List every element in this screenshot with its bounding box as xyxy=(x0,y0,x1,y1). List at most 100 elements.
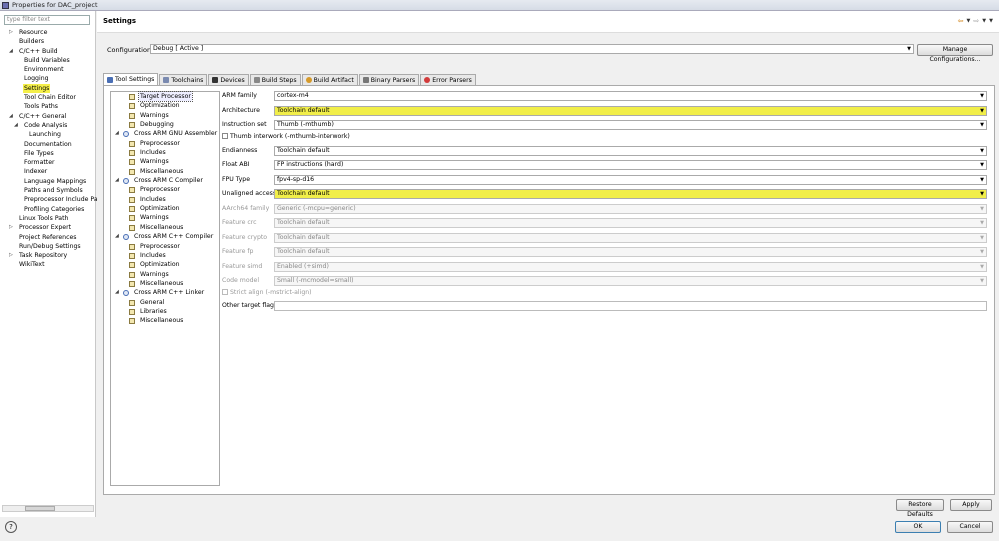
tool-tree-item-cross-arm-c-linker[interactable]: ◢ Cross ARM C++ Linker xyxy=(111,288,219,297)
tool-tree-item-optimization[interactable]: Optimization xyxy=(111,204,219,213)
tab-build-artifact[interactable]: Build Artifact xyxy=(301,74,358,85)
scrollbar-thumb[interactable] xyxy=(25,506,55,511)
tool-tree-item-miscellaneous[interactable]: Miscellaneous xyxy=(111,223,219,232)
tool-tree-item-miscellaneous[interactable]: Miscellaneous xyxy=(111,279,219,288)
back-icon[interactable]: ⇦ xyxy=(958,17,964,26)
configuration-select[interactable]: Debug [ Active ] ▼ xyxy=(150,44,914,54)
select-instruction-set[interactable]: Thumb (-mthumb) ▼ xyxy=(274,120,987,130)
tool-tree-item-cross-arm-c-compiler[interactable]: ◢ Cross ARM C++ Compiler xyxy=(111,232,219,241)
nav-item-task-repository[interactable]: ▷ Task Repository xyxy=(0,251,96,260)
nav-item-build-variables[interactable]: Build Variables xyxy=(0,56,96,65)
checkbox-label: Strict align (-mstrict-align) xyxy=(230,288,312,296)
collapse-icon[interactable]: ◢ xyxy=(9,112,13,121)
nav-item-tools-paths[interactable]: Tools Paths xyxy=(0,102,96,111)
nav-item-language-mappings[interactable]: Language Mappings xyxy=(0,177,96,186)
nav-item-project-references[interactable]: Project References xyxy=(0,233,96,242)
nav-item-indexer[interactable]: Indexer xyxy=(0,167,96,176)
select-unaligned-access[interactable]: Toolchain default ▼ xyxy=(274,189,987,199)
collapse-icon[interactable]: ◢ xyxy=(9,47,13,56)
nav-item-run-debug-settings[interactable]: Run/Debug Settings xyxy=(0,242,96,251)
nav-item-formatter[interactable]: Formatter xyxy=(0,158,96,167)
back-menu-icon[interactable]: ▼ xyxy=(967,17,971,26)
select-fpu-type[interactable]: fpv4-sp-d16 ▼ xyxy=(274,174,987,185)
cancel-button[interactable]: Cancel xyxy=(947,521,993,533)
nav-item-preprocessor-include-pa[interactable]: Preprocessor Include Pa xyxy=(0,195,98,204)
tool-tree-item-preprocessor[interactable]: Preprocessor xyxy=(111,185,219,194)
expand-icon[interactable]: ▷ xyxy=(9,251,13,260)
nav-item-logging[interactable]: Logging xyxy=(0,74,96,83)
tool-tree-item-cross-arm-gnu-assembler[interactable]: ◢ Cross ARM GNU Assembler xyxy=(111,129,219,138)
tool-tree-item-optimization[interactable]: Optimization xyxy=(111,260,219,269)
tool-tree-item-warnings[interactable]: Warnings xyxy=(111,213,219,222)
tool-tree-item-includes[interactable]: Includes xyxy=(111,251,219,260)
checkbox-thumb-interwork-mthumb-interwork[interactable]: Thumb interwork (-mthumb-interwork) xyxy=(222,132,350,141)
option-label-feature-crypto: Feature crypto xyxy=(222,233,268,241)
apply-button[interactable]: Apply xyxy=(950,499,992,511)
ok-button[interactable]: OK xyxy=(895,521,941,533)
select-endianness[interactable]: Toolchain default ▼ xyxy=(274,145,987,156)
collapse-icon[interactable]: ◢ xyxy=(115,176,119,185)
nav-item-label: Formatter xyxy=(24,159,55,167)
options-page-icon xyxy=(129,280,135,287)
forward-menu-icon[interactable]: ▼ xyxy=(982,17,986,26)
help-icon[interactable]: ? xyxy=(5,521,17,533)
select-architecture[interactable]: Toolchain default ▼ xyxy=(274,105,987,116)
tool-tree-item-miscellaneous[interactable]: Miscellaneous xyxy=(111,167,219,176)
nav-item-builders[interactable]: Builders xyxy=(0,37,96,46)
tab-binary-parsers[interactable]: Binary Parsers xyxy=(358,74,420,85)
filter-input[interactable]: type filter text xyxy=(4,15,90,25)
tool-tree-item-warnings[interactable]: Warnings xyxy=(111,157,219,166)
collapse-icon[interactable]: ◢ xyxy=(115,288,119,297)
expand-icon[interactable]: ▷ xyxy=(9,223,13,232)
tool-tree-item-miscellaneous[interactable]: Miscellaneous xyxy=(111,316,219,325)
tab-devices[interactable]: Devices xyxy=(208,74,249,85)
tool-tree-item-warnings[interactable]: Warnings xyxy=(111,111,219,120)
nav-item-paths-and-symbols[interactable]: Paths and Symbols xyxy=(0,186,96,195)
collapse-icon[interactable]: ◢ xyxy=(115,129,119,138)
checkbox-box[interactable] xyxy=(222,133,228,139)
nav-item-profiling-categories[interactable]: Profiling Categories xyxy=(0,205,96,214)
nav-item-linux-tools-path[interactable]: Linux Tools Path xyxy=(0,214,96,223)
nav-item-c-c-build[interactable]: ◢ C/C++ Build xyxy=(0,47,96,56)
select-arm-family[interactable]: cortex-m4 ▼ xyxy=(274,91,987,101)
nav-item-documentation[interactable]: Documentation xyxy=(0,140,96,149)
checkbox-box xyxy=(222,289,228,295)
tab-error-parsers[interactable]: Error Parsers xyxy=(420,74,476,85)
collapse-icon[interactable]: ◢ xyxy=(115,232,119,241)
nav-item-processor-expert[interactable]: ▷ Processor Expert xyxy=(0,223,96,232)
nav-item-settings[interactable]: Settings xyxy=(0,83,96,94)
nav-item-c-c-general[interactable]: ◢ C/C++ General xyxy=(0,112,96,121)
tool-tree-item-warnings[interactable]: Warnings xyxy=(111,270,219,279)
forward-icon[interactable]: ⇨ xyxy=(973,17,979,26)
nav-item-wikitext[interactable]: WikiText xyxy=(0,260,96,269)
tool-tree-item-general[interactable]: General xyxy=(111,298,219,307)
tool-tree-item-target-processor[interactable]: Target Processor xyxy=(111,90,219,103)
tool-tree-item-preprocessor[interactable]: Preprocessor xyxy=(111,242,219,251)
nav-item-code-analysis[interactable]: ◢ Code Analysis xyxy=(0,121,96,130)
tool-tree-item-debugging[interactable]: Debugging xyxy=(111,120,219,129)
nav-item-tool-chain-editor[interactable]: Tool Chain Editor xyxy=(0,93,96,102)
tool-tree-label: General xyxy=(140,298,165,306)
view-menu-icon[interactable]: ▼ xyxy=(989,17,993,26)
nav-item-resource[interactable]: ▷ Resource xyxy=(0,28,96,37)
tool-tree-item-includes[interactable]: Includes xyxy=(111,148,219,157)
expand-icon[interactable]: ▷ xyxy=(9,28,13,37)
tool-tree-item-cross-arm-c-compiler[interactable]: ◢ Cross ARM C Compiler xyxy=(111,176,219,185)
collapse-icon[interactable]: ◢ xyxy=(14,121,18,130)
select-float-abi[interactable]: FP instructions (hard) ▼ xyxy=(274,160,987,170)
nav-item-environment[interactable]: Environment xyxy=(0,65,96,74)
tab-build-steps[interactable]: Build Steps xyxy=(249,74,301,85)
tool-tree-item-includes[interactable]: Includes xyxy=(111,195,219,204)
tool-tree-item-optimization[interactable]: Optimization xyxy=(111,101,219,110)
restore-defaults-button[interactable]: Restore Defaults xyxy=(896,499,944,518)
nav-item-file-types[interactable]: File Types xyxy=(0,149,96,158)
tool-tree-item-preprocessor[interactable]: Preprocessor xyxy=(111,139,219,148)
tab-tool-settings[interactable]: Tool Settings xyxy=(103,73,159,85)
manage-configurations-button[interactable]: Manage Configurations... xyxy=(917,44,993,63)
other-target-flags-input[interactable] xyxy=(274,301,987,311)
horizontal-scrollbar[interactable] xyxy=(2,505,94,512)
tool-tree-item-libraries[interactable]: Libraries xyxy=(111,307,219,316)
tab-toolchains[interactable]: Toolchains xyxy=(159,74,208,85)
tool-tree-label: Optimization xyxy=(140,102,180,110)
nav-item-launching[interactable]: Launching xyxy=(0,130,96,139)
